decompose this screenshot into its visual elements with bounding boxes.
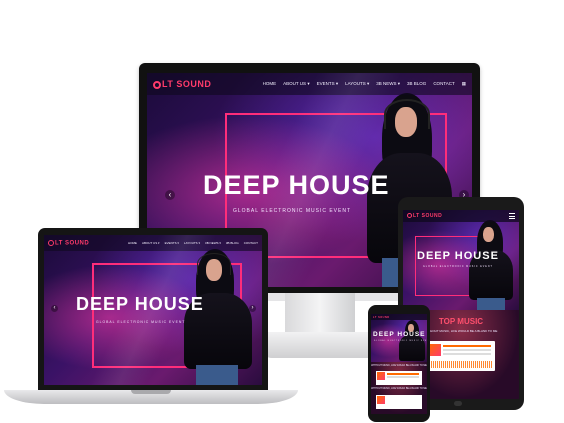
hamburger-menu-icon[interactable]: [509, 213, 515, 219]
hero-title: DEEP HOUSE: [373, 331, 426, 338]
phone-music-section: WITHOUT MUSIC, LIFE WOULD BE A BLANK TO …: [371, 362, 427, 414]
phone-navbar: LT SOUND: [371, 314, 427, 320]
menu-item-news[interactable]: 3B NEWS ▾: [205, 241, 221, 245]
slider-prev-arrow[interactable]: ‹: [165, 190, 175, 200]
main-navbar: LT SOUND HOME ABOUT US ▾ EVENTS ▾ LAYOUT…: [147, 73, 472, 95]
tablet-navbar: LT SOUND: [403, 210, 519, 222]
menu-item-contact[interactable]: CONTACT: [433, 81, 454, 87]
hero-title: DEEP HOUSE: [203, 170, 390, 200]
menu-item-events[interactable]: EVENTS ▾: [317, 81, 339, 87]
section-tagline: WITHOUT MUSIC, LIFE WOULD BE A BLANK TO …: [371, 365, 427, 367]
logo-mark-icon: [48, 239, 54, 246]
slider-prev-arrow[interactable]: ‹: [51, 305, 58, 312]
grid-icon[interactable]: ▦: [462, 81, 466, 87]
logo-mark-icon: [407, 213, 412, 219]
menu-item-blog[interactable]: 3B BLOG: [226, 241, 239, 245]
tablet-home-button: [454, 401, 462, 406]
main-menu: HOME ABOUT US ▾ EVENTS ▾ LAYOUTS ▾ 3B NE…: [123, 241, 258, 245]
menu-item-about[interactable]: ABOUT US ▾: [142, 241, 160, 245]
menu-item-layouts[interactable]: LAYOUTS ▾: [345, 81, 369, 87]
menu-item-events[interactable]: EVENTS ▾: [165, 241, 179, 245]
dj-photo: [182, 249, 258, 385]
tablet-hero: LT SOUND DEEP HOUSE GLOBAL ELECTRONIC MU…: [403, 210, 519, 310]
track-artwork: [377, 396, 385, 404]
menu-item-contact[interactable]: CONTACT: [244, 241, 258, 245]
music-player-widget[interactable]: [376, 371, 422, 385]
logo-text: LT SOUND: [55, 240, 90, 247]
menu-item-about[interactable]: ABOUT US ▾: [283, 81, 309, 87]
menu-item-home[interactable]: HOME: [263, 81, 277, 87]
track-info: [443, 345, 491, 347]
hero-subtitle: GLOBAL ELECTRONIC MUSIC EVENT: [233, 208, 351, 214]
track-info: [387, 373, 419, 375]
monitor-stand-base: [262, 332, 378, 358]
menu-item-home[interactable]: HOME: [128, 241, 137, 245]
menu-item-news[interactable]: 3B NEWS ▾: [376, 81, 400, 87]
hero-subtitle: GLOBAL ELECTRONIC MUSIC EVENT: [96, 320, 186, 324]
site-logo[interactable]: LT SOUND: [48, 239, 90, 247]
laptop-navbar: LT SOUND HOME ABOUT US ▾ EVENTS ▾ LAYOUT…: [44, 235, 262, 251]
laptop-notch: [131, 390, 171, 394]
menu-item-layouts[interactable]: LAYOUTS ▾: [184, 241, 200, 245]
music-player-widget[interactable]: [427, 341, 495, 371]
laptop-screen: LT SOUND HOME ABOUT US ▾ EVENTS ▾ LAYOUT…: [44, 235, 262, 385]
menu-item-blog[interactable]: 3B BLOG: [407, 81, 426, 87]
track-artwork: [429, 344, 441, 356]
music-player-widget-2[interactable]: [376, 395, 422, 409]
monitor-stand: [285, 293, 355, 335]
hero-subtitle: GLOBAL ELECTRONIC MUSIC EVENT: [423, 266, 493, 268]
dj-photo: [467, 220, 517, 310]
site-logo[interactable]: LT SOUND: [373, 316, 390, 319]
logo-text: LT SOUND: [413, 213, 443, 219]
hero-subtitle: GLOBAL ELECTRONIC MUSIC EVENT: [374, 341, 427, 342]
slider-next-arrow[interactable]: ›: [249, 305, 256, 312]
hero-title: DEEP HOUSE: [417, 250, 499, 262]
main-menu: HOME ABOUT US ▾ EVENTS ▾ LAYOUTS ▾ 3B NE…: [256, 81, 466, 87]
section-tagline-repeat: WITHOUT MUSIC, LIFE WOULD BE A BLANK TO …: [371, 388, 427, 390]
phone-screen: LT SOUND DEEP HOUSE GLOBAL ELECTRONIC MU…: [371, 314, 427, 414]
logo-mark-icon: [153, 80, 161, 89]
waveform[interactable]: [429, 361, 493, 368]
site-logo[interactable]: LT SOUND: [407, 213, 442, 219]
track-artwork: [377, 372, 385, 380]
hero-title: DEEP HOUSE: [76, 294, 204, 314]
site-logo[interactable]: LT SOUND: [153, 79, 211, 89]
phone-hero: LT SOUND DEEP HOUSE GLOBAL ELECTRONIC MU…: [371, 314, 427, 362]
phone: LT SOUND DEEP HOUSE GLOBAL ELECTRONIC MU…: [368, 305, 430, 422]
logo-text: LT SOUND: [162, 79, 212, 89]
